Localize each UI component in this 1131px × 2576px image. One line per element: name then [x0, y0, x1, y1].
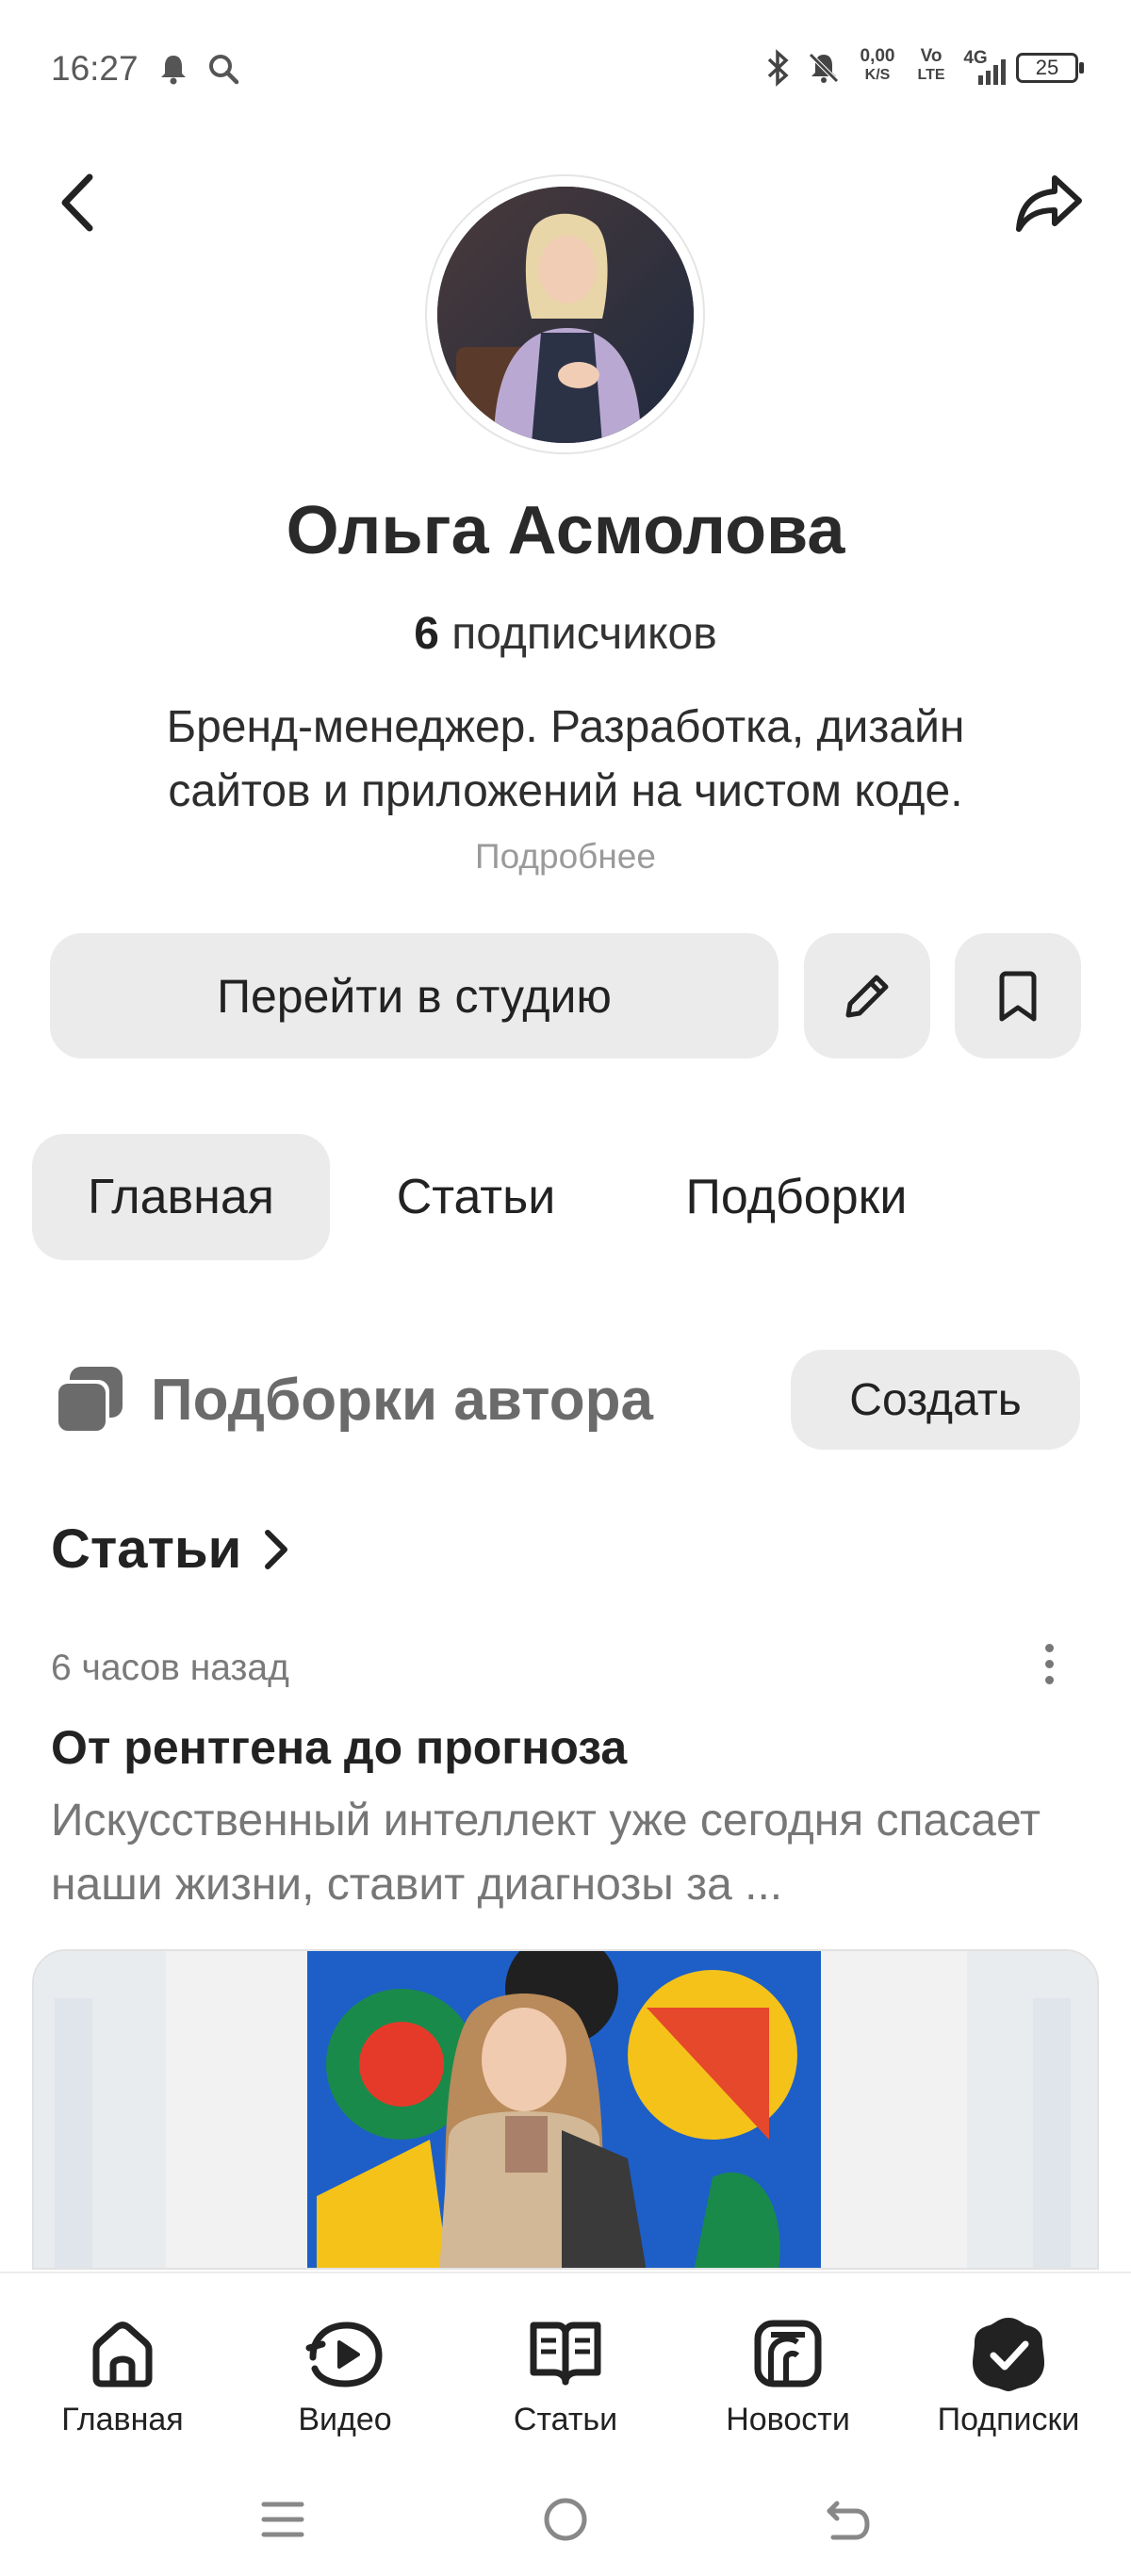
tab-collections[interactable]: Подборки: [650, 1134, 942, 1260]
home-button[interactable]: [528, 2486, 603, 2552]
signal-icon: [978, 59, 1006, 85]
nav-home[interactable]: Главная: [28, 2311, 217, 2438]
search-icon: [209, 55, 239, 85]
video-icon: [305, 2322, 383, 2387]
avatar-photo: [436, 186, 694, 443]
more-dot: [1044, 1659, 1054, 1668]
edit-button[interactable]: [804, 933, 930, 1058]
back-button[interactable]: [36, 160, 121, 245]
volte-indicator: Vo LTE: [917, 46, 945, 84]
article-cover-picture: [34, 1951, 1097, 2268]
chevron-right-icon: [265, 1529, 288, 1569]
bottom-navigation: Главная Видео Статьи Новости Подписки: [0, 2272, 1131, 2460]
articles-heading-label: Статьи: [51, 1518, 242, 1580]
followers-count[interactable]: 6 подписчиков: [0, 608, 1131, 660]
profile-bio: Бренд-менеджер. Разработка, дизайн сайто…: [166, 702, 965, 816]
collections-title: Подборки автора: [151, 1368, 653, 1433]
more-dot: [1044, 1675, 1054, 1684]
nav-video-label: Видео: [298, 2402, 392, 2437]
more-link[interactable]: Подробнее: [0, 837, 1131, 877]
recents-button[interactable]: [245, 2486, 320, 2552]
article-cover-image[interactable]: [32, 1949, 1099, 2270]
chevron-left-icon: [61, 173, 93, 232]
tab-main[interactable]: Главная: [32, 1134, 330, 1260]
back-arrow-icon: [827, 2501, 870, 2540]
menu-icon: [261, 2502, 304, 2537]
nav-subscriptions-label: Подписки: [937, 2402, 1080, 2437]
avatar-ring[interactable]: [425, 174, 705, 454]
bluetooth-icon: [767, 49, 789, 87]
collections-icon: [55, 1367, 123, 1435]
create-collection-button[interactable]: Создать: [791, 1350, 1080, 1450]
go-to-studio-button[interactable]: Перейти в студию: [50, 933, 779, 1058]
followers-number: 6: [414, 609, 439, 659]
status-time: 16:27: [51, 49, 139, 88]
avatar[interactable]: [436, 186, 694, 443]
subscriptions-icon: [973, 2318, 1044, 2391]
share-icon: [1016, 175, 1082, 232]
status-bar: 16:27 0,00 K/S Vo LTE 4G 25: [0, 0, 1131, 141]
nav-news-label: Новости: [726, 2402, 850, 2437]
system-back-button[interactable]: [811, 2486, 886, 2552]
article-title[interactable]: От рентгена до прогноза: [51, 1720, 627, 1775]
articles-heading[interactable]: Статьи: [51, 1518, 290, 1581]
nav-articles-label: Статьи: [513, 2402, 618, 2437]
nav-subscriptions[interactable]: Подписки: [914, 2311, 1103, 2438]
article-excerpt[interactable]: Искусственный интеллект уже сегодня спас…: [51, 1789, 1088, 1917]
home-icon: [92, 2322, 153, 2387]
followers-label: подписчиков: [451, 609, 717, 659]
share-button[interactable]: [1007, 160, 1091, 245]
system-navigation-bar: [0, 2460, 1131, 2576]
pencil-icon: [845, 975, 889, 1017]
mute-icon: [809, 53, 839, 83]
more-dot: [1044, 1643, 1054, 1652]
circle-icon: [544, 2498, 587, 2541]
nav-articles[interactable]: Статьи: [471, 2311, 660, 2438]
news-icon: [754, 2320, 822, 2387]
net-speed: 0,00 K/S: [860, 46, 895, 84]
nav-video[interactable]: Видео: [251, 2311, 439, 2438]
bookmark-button[interactable]: [955, 933, 1081, 1058]
articles-icon: [530, 2322, 601, 2386]
article-more-button[interactable]: [1023, 1635, 1075, 1692]
article-time: 6 часов назад: [51, 1648, 289, 1688]
tab-articles[interactable]: Статьи: [369, 1134, 582, 1260]
nav-news[interactable]: Новости: [694, 2311, 882, 2438]
profile-name: Ольга Асмолова: [286, 493, 845, 568]
bookmark-icon: [999, 971, 1037, 1021]
notification-icon: [161, 56, 186, 85]
nav-home-label: Главная: [61, 2402, 184, 2437]
battery-icon: 25: [1016, 53, 1084, 83]
